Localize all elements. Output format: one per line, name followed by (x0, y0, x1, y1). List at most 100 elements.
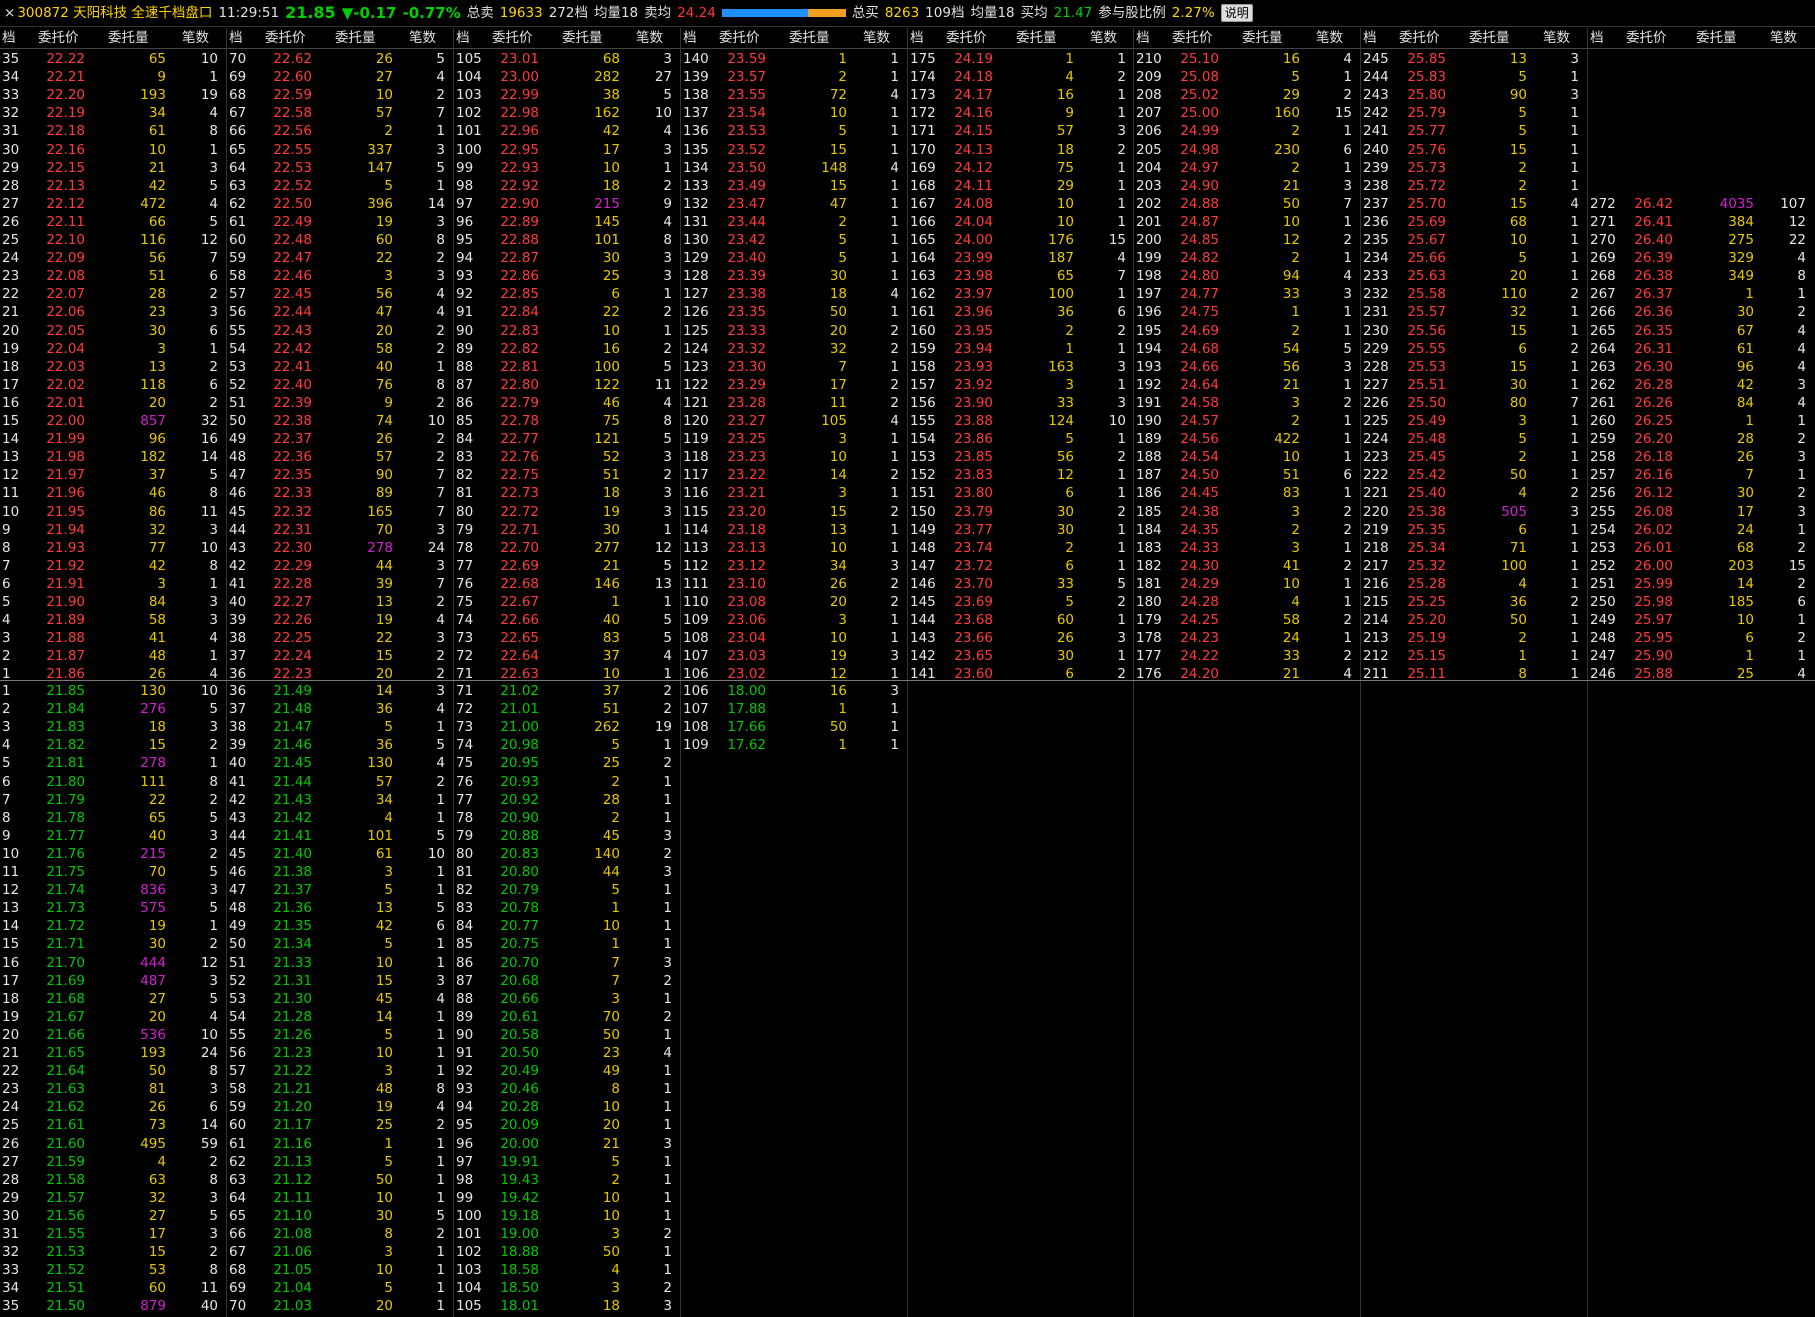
sell-level-row[interactable]: 234 25.66 5 1 (1361, 249, 1588, 267)
buy-level-row[interactable]: 12 21.74 836 3 (0, 881, 227, 899)
sell-level-row[interactable]: 42 22.29 44 3 (227, 557, 454, 575)
sell-level-row[interactable]: 153 23.85 56 2 (908, 448, 1135, 466)
sell-level-row[interactable]: 181 24.29 10 1 (1134, 575, 1361, 593)
sell-level-row[interactable]: 10 21.95 86 11 (0, 503, 227, 521)
sell-level-row[interactable]: 65 22.55 337 3 (227, 141, 454, 159)
sell-level-row[interactable]: 254 26.02 24 1 (1588, 521, 1815, 539)
buy-level-row[interactable]: 104 18.50 3 2 (454, 1279, 681, 1297)
sell-level-row[interactable]: 94 22.87 30 3 (454, 249, 681, 267)
sell-level-row[interactable]: 255 26.08 17 3 (1588, 503, 1815, 521)
sell-level-row[interactable]: 68 22.59 10 2 (227, 86, 454, 104)
sell-level-row[interactable]: 206 24.99 2 1 (1134, 122, 1361, 140)
sell-level-row[interactable]: 142 23.65 30 1 (908, 647, 1135, 665)
sell-level-row[interactable]: 252 26.00 203 15 (1588, 557, 1815, 575)
sell-level-row[interactable]: 240 25.76 15 1 (1361, 141, 1588, 159)
buy-level-row[interactable]: 35 21.50 879 40 (0, 1297, 227, 1315)
buy-level-row[interactable]: 34 21.51 60 11 (0, 1279, 227, 1297)
sell-level-row[interactable]: 47 22.35 90 7 (227, 466, 454, 484)
sell-level-row[interactable]: 9 21.94 32 3 (0, 521, 227, 539)
sell-level-row[interactable]: 67 22.58 57 7 (227, 104, 454, 122)
sell-level-row[interactable]: 58 22.46 3 3 (227, 267, 454, 285)
sell-level-row[interactable]: 187 24.50 51 6 (1134, 466, 1361, 484)
sell-level-row[interactable]: 61 22.49 19 3 (227, 213, 454, 231)
buy-level-row[interactable]: 29 21.57 32 3 (0, 1189, 227, 1207)
sell-level-row[interactable]: 72 22.64 37 4 (454, 647, 681, 665)
sell-level-row[interactable]: 225 25.49 3 1 (1361, 412, 1588, 430)
sell-level-row[interactable]: 178 24.23 24 1 (1134, 629, 1361, 647)
sell-level-row[interactable]: 269 26.39 329 4 (1588, 249, 1815, 267)
sell-level-row[interactable]: 5 21.90 84 3 (0, 593, 227, 611)
sell-level-row[interactable]: 188 24.54 10 1 (1134, 448, 1361, 466)
sell-level-row[interactable]: 154 23.86 5 1 (908, 430, 1135, 448)
sell-level-row[interactable]: 52 22.40 76 8 (227, 376, 454, 394)
buy-level-row[interactable]: 61 21.16 1 1 (227, 1135, 454, 1153)
sell-level-row[interactable]: 174 24.18 4 2 (908, 68, 1135, 86)
sell-level-row[interactable]: 64 22.53 147 5 (227, 159, 454, 177)
sell-level-row[interactable]: 98 22.92 18 2 (454, 177, 681, 195)
buy-level-row[interactable]: 14 21.72 19 1 (0, 917, 227, 935)
sell-level-row[interactable]: 108 23.04 10 1 (681, 629, 908, 647)
buy-level-row[interactable]: 94 20.28 10 1 (454, 1098, 681, 1116)
sell-level-row[interactable]: 15 22.00 857 32 (0, 412, 227, 430)
sell-level-row[interactable]: 267 26.37 1 1 (1588, 285, 1815, 303)
buy-level-row[interactable]: 69 21.04 5 1 (227, 1279, 454, 1297)
sell-level-row[interactable]: 184 24.35 2 2 (1134, 521, 1361, 539)
sell-level-row[interactable]: 268 26.38 349 8 (1588, 267, 1815, 285)
buy-level-row[interactable]: 53 21.30 45 4 (227, 990, 454, 1008)
sell-level-row[interactable]: 77 22.69 21 5 (454, 557, 681, 575)
buy-level-row[interactable]: 43 21.42 4 1 (227, 809, 454, 827)
sell-level-row[interactable]: 25 22.10 116 12 (0, 231, 227, 249)
sell-level-row[interactable]: 27 22.12 472 4 (0, 195, 227, 213)
sell-level-row[interactable]: 39 22.26 19 4 (227, 611, 454, 629)
buy-level-row[interactable]: 106 18.00 16 3 (681, 682, 908, 700)
buy-level-row[interactable]: 83 20.78 1 1 (454, 899, 681, 917)
buy-level-row[interactable]: 55 21.26 5 1 (227, 1026, 454, 1044)
buy-level-row[interactable]: 62 21.13 5 1 (227, 1153, 454, 1171)
buy-level-row[interactable]: 36 21.49 14 3 (227, 682, 454, 700)
sell-level-row[interactable]: 204 24.97 2 1 (1134, 159, 1361, 177)
sell-level-row[interactable]: 24 22.09 56 7 (0, 249, 227, 267)
buy-level-row[interactable]: 57 21.22 3 1 (227, 1062, 454, 1080)
buy-level-row[interactable]: 10 21.76 215 2 (0, 845, 227, 863)
sell-level-row[interactable]: 104 23.00 282 27 (454, 68, 681, 86)
sell-level-row[interactable]: 195 24.69 2 1 (1134, 322, 1361, 340)
buy-level-row[interactable]: 54 21.28 14 1 (227, 1008, 454, 1026)
buy-level-row[interactable]: 20 21.66 536 10 (0, 1026, 227, 1044)
sell-level-row[interactable]: 263 26.30 96 4 (1588, 358, 1815, 376)
sell-level-row[interactable]: 147 23.72 6 1 (908, 557, 1135, 575)
sell-level-row[interactable]: 111 23.10 26 2 (681, 575, 908, 593)
sell-level-row[interactable]: 35 22.22 65 10 (0, 50, 227, 68)
buy-level-row[interactable]: 18 21.68 27 5 (0, 990, 227, 1008)
sell-level-row[interactable]: 6 21.91 3 1 (0, 575, 227, 593)
sell-level-row[interactable]: 96 22.89 145 4 (454, 213, 681, 231)
sell-level-row[interactable]: 89 22.82 16 2 (454, 340, 681, 358)
buy-level-row[interactable]: 81 20.80 44 3 (454, 863, 681, 881)
sell-level-row[interactable]: 133 23.49 15 1 (681, 177, 908, 195)
sell-level-row[interactable]: 164 23.99 187 4 (908, 249, 1135, 267)
sell-level-row[interactable]: 73 22.65 83 5 (454, 629, 681, 647)
sell-level-row[interactable]: 244 25.83 5 1 (1361, 68, 1588, 86)
buy-level-row[interactable]: 23 21.63 81 3 (0, 1080, 227, 1098)
buy-level-row[interactable]: 2 21.84 276 5 (0, 700, 227, 718)
sell-level-row[interactable]: 119 23.25 3 1 (681, 430, 908, 448)
buy-level-row[interactable]: 72 21.01 51 2 (454, 700, 681, 718)
buy-level-row[interactable]: 107 17.88 1 1 (681, 700, 908, 718)
buy-level-row[interactable]: 16 21.70 444 12 (0, 954, 227, 972)
sell-level-row[interactable]: 63 22.52 5 1 (227, 177, 454, 195)
sell-level-row[interactable]: 249 25.97 10 1 (1588, 611, 1815, 629)
sell-level-row[interactable]: 247 25.90 1 1 (1588, 647, 1815, 665)
sell-level-row[interactable]: 49 22.37 26 2 (227, 430, 454, 448)
sell-level-row[interactable]: 162 23.97 100 1 (908, 285, 1135, 303)
sell-level-row[interactable]: 78 22.70 277 12 (454, 539, 681, 557)
sell-level-row[interactable]: 223 25.45 2 1 (1361, 448, 1588, 466)
sell-level-row[interactable]: 157 23.92 3 1 (908, 376, 1135, 394)
sell-level-row[interactable]: 46 22.33 89 7 (227, 484, 454, 502)
sell-level-row[interactable]: 265 26.35 67 4 (1588, 322, 1815, 340)
sell-level-row[interactable]: 233 25.63 20 1 (1361, 267, 1588, 285)
sell-level-row[interactable]: 2 21.87 48 1 (0, 647, 227, 665)
sell-level-row[interactable]: 183 24.33 3 1 (1134, 539, 1361, 557)
buy-level-row[interactable]: 38 21.47 5 1 (227, 718, 454, 736)
sell-level-row[interactable]: 262 26.28 42 3 (1588, 376, 1815, 394)
sell-level-row[interactable]: 192 24.64 21 1 (1134, 376, 1361, 394)
sell-level-row[interactable]: 232 25.58 110 2 (1361, 285, 1588, 303)
